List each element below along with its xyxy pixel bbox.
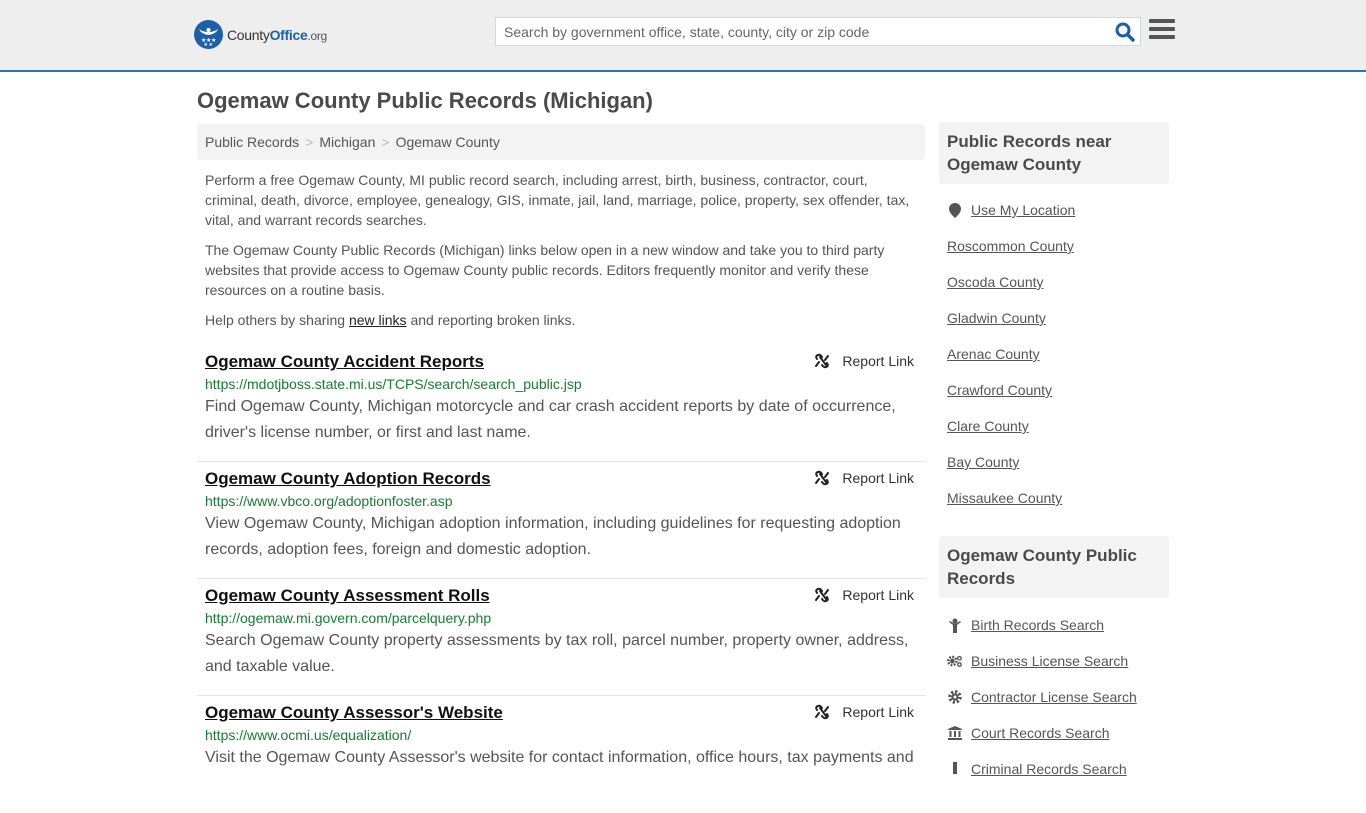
- menu-bar: [1149, 19, 1175, 23]
- report-link-label: Report Link: [842, 470, 914, 486]
- breadcrumb-public-records[interactable]: Public Records: [205, 134, 299, 150]
- record-title-link[interactable]: Ogemaw County Adoption Records: [205, 469, 491, 489]
- criminal-icon: [947, 762, 963, 776]
- record-item: Ogemaw County Accident Reports Report Li…: [197, 345, 926, 462]
- baby-icon: [947, 618, 963, 633]
- record-url[interactable]: https://www.ocmi.us/equalization/: [205, 727, 918, 743]
- sidebar-item-county[interactable]: Arenac County: [947, 336, 1169, 372]
- map-marker-icon: [947, 202, 963, 218]
- report-link-button[interactable]: Report Link: [814, 470, 914, 486]
- share-text: Help others by sharing: [205, 312, 349, 328]
- county-link[interactable]: Arenac County: [947, 346, 1040, 362]
- county-link[interactable]: Oscoda County: [947, 274, 1044, 290]
- record-description: Visit the Ogemaw County Assessor's websi…: [205, 749, 914, 766]
- record-item: Ogemaw County Adoption Records Report Li…: [197, 462, 926, 579]
- record-description: View Ogemaw County, Michigan adoption in…: [205, 515, 901, 558]
- broken-link-icon: [815, 470, 830, 486]
- menu-bar: [1149, 27, 1175, 31]
- sidebar-item-county[interactable]: Gladwin County: [947, 300, 1169, 336]
- records-list: Ogemaw County Accident Reports Report Li…: [197, 345, 926, 813]
- logo-text: CountyOffice.org: [227, 27, 327, 43]
- court-records-link[interactable]: Court Records Search: [971, 725, 1110, 741]
- sidebar-county-records-heading: Ogemaw County Public Records: [939, 536, 1169, 598]
- report-link-button[interactable]: Report Link: [814, 353, 914, 369]
- logo-office: Office: [269, 26, 308, 43]
- broken-link-icon: [815, 587, 830, 603]
- county-link[interactable]: Clare County: [947, 418, 1029, 434]
- svg-text:★: ★: [209, 42, 214, 48]
- broken-link-icon: [815, 704, 830, 720]
- search-icon: [1115, 22, 1135, 42]
- share-links-paragraph: Help others by sharing new links and rep…: [205, 310, 917, 330]
- page-title: Ogemaw County Public Records (Michigan): [197, 88, 653, 113]
- criminal-records-link[interactable]: Criminal Records Search: [971, 761, 1127, 777]
- sidebar-item-county[interactable]: Clare County: [947, 408, 1169, 444]
- county-link[interactable]: Missaukee County: [947, 490, 1062, 506]
- search-button[interactable]: [1114, 21, 1136, 43]
- search-box: [495, 17, 1141, 46]
- sidebar-item-county[interactable]: Oscoda County: [947, 264, 1169, 300]
- report-link-label: Report Link: [842, 587, 914, 603]
- county-link[interactable]: Roscommon County: [947, 238, 1074, 254]
- sidebar-item-business-license[interactable]: Business License Search: [947, 643, 1169, 679]
- county-link[interactable]: Bay County: [947, 454, 1019, 470]
- new-links-link[interactable]: new links: [349, 312, 407, 328]
- record-url[interactable]: https://www.vbco.org/adoptionfoster.asp: [205, 493, 918, 509]
- county-link[interactable]: Crawford County: [947, 382, 1052, 398]
- report-link-button[interactable]: Report Link: [814, 704, 914, 720]
- share-text-end: and reporting broken links.: [406, 312, 576, 328]
- broken-link-icon: [815, 353, 830, 369]
- record-url[interactable]: https://mdotjboss.state.mi.us/TCPS/searc…: [205, 376, 918, 392]
- record-url[interactable]: http://ogemaw.mi.govern.com/parcelquery.…: [205, 610, 918, 626]
- county-records-list: Birth Records Search Business License Se…: [939, 607, 1169, 787]
- gear-icon: [947, 690, 963, 704]
- breadcrumb-michigan[interactable]: Michigan: [319, 134, 375, 150]
- breadcrumb-ogemaw-county[interactable]: Ogemaw County: [396, 134, 500, 150]
- report-link-button[interactable]: Report Link: [814, 587, 914, 603]
- menu-bar: [1149, 35, 1175, 39]
- logo-county: County: [227, 26, 270, 43]
- birth-records-link[interactable]: Birth Records Search: [971, 617, 1104, 633]
- breadcrumb-separator: >: [381, 134, 390, 150]
- sidebar-item-use-my-location[interactable]: Use My Location: [947, 192, 1169, 228]
- record-item: Ogemaw County Assessment Rolls Report Li…: [197, 579, 926, 696]
- sidebar-item-criminal-records[interactable]: Criminal Records Search: [947, 751, 1169, 787]
- intro-paragraph: Perform a free Ogemaw County, MI public …: [205, 172, 910, 228]
- sidebar-item-birth-records[interactable]: Birth Records Search: [947, 607, 1169, 643]
- report-link-label: Report Link: [842, 704, 914, 720]
- report-link-label: Report Link: [842, 353, 914, 369]
- record-item: Ogemaw County Assessor's Website Report …: [197, 696, 926, 813]
- record-title-link[interactable]: Ogemaw County Assessment Rolls: [205, 586, 490, 606]
- business-license-link[interactable]: Business License Search: [971, 653, 1128, 669]
- search-input[interactable]: [496, 18, 1106, 45]
- use-my-location-link[interactable]: Use My Location: [971, 202, 1075, 218]
- contractor-license-link[interactable]: Contractor License Search: [971, 689, 1137, 705]
- courthouse-icon: [947, 726, 963, 740]
- sidebar-nearby: Public Records near Ogemaw County Use My…: [939, 122, 1169, 516]
- site-logo[interactable]: ★ ★ ★ ★ ★ CountyOffice.org: [194, 20, 327, 49]
- eagle-logo-icon: ★ ★ ★ ★ ★: [194, 20, 223, 49]
- sidebar-item-county[interactable]: Bay County: [947, 444, 1169, 480]
- record-title-link[interactable]: Ogemaw County Assessor's Website: [205, 703, 503, 723]
- sidebar-item-county[interactable]: Missaukee County: [947, 480, 1169, 516]
- record-title-link[interactable]: Ogemaw County Accident Reports: [205, 352, 484, 372]
- sidebar-nearby-heading: Public Records near Ogemaw County: [939, 122, 1169, 184]
- sidebar-item-county[interactable]: Roscommon County: [947, 228, 1169, 264]
- breadcrumb: Public Records > Michigan > Ogemaw County: [197, 124, 925, 160]
- sidebar-item-court-records[interactable]: Court Records Search: [947, 715, 1169, 751]
- logo-org: .org: [307, 28, 327, 43]
- breadcrumb-separator: >: [305, 134, 314, 150]
- nearby-list: Use My Location Roscommon County Oscoda …: [939, 192, 1169, 516]
- disclaimer-paragraph: The Ogemaw County Public Records (Michig…: [205, 242, 885, 298]
- sidebar-item-county[interactable]: Crawford County: [947, 372, 1169, 408]
- hamburger-menu-icon[interactable]: [1149, 19, 1175, 43]
- gears-icon: [947, 654, 963, 668]
- site-header: ★ ★ ★ ★ ★ CountyOffice.org: [0, 0, 1366, 72]
- sidebar-item-contractor-license[interactable]: Contractor License Search: [947, 679, 1169, 715]
- record-description: Find Ogemaw County, Michigan motorcycle …: [205, 398, 896, 441]
- record-description: Search Ogemaw County property assessment…: [205, 632, 909, 675]
- sidebar-county-records: Ogemaw County Public Records Birth Recor…: [939, 536, 1169, 787]
- county-link[interactable]: Gladwin County: [947, 310, 1046, 326]
